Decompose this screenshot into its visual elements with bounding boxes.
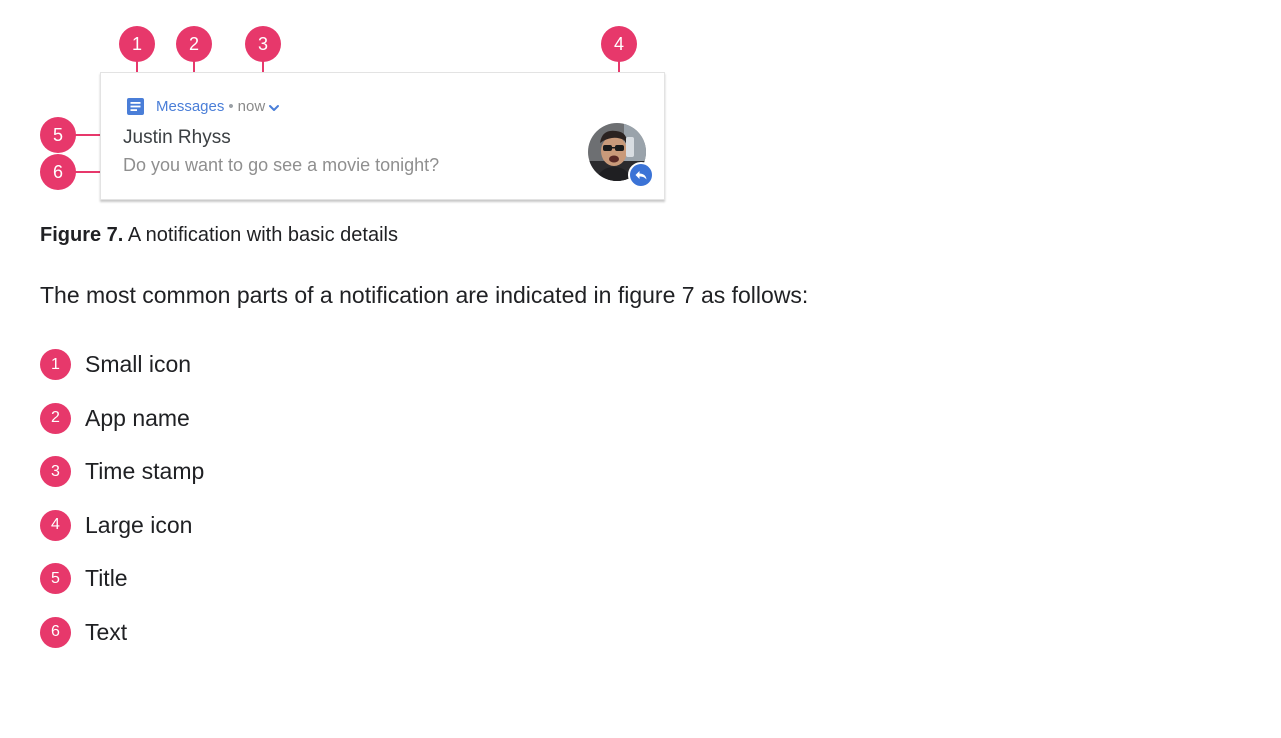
notification-text: Do you want to go see a movie tonight? (123, 155, 440, 175)
number-badge: 5 (40, 563, 71, 595)
caption-label: Figure 7. (40, 224, 124, 246)
messages-app-icon (125, 96, 146, 117)
list-item: 3 Time stamp (40, 445, 204, 499)
part-label: Text (85, 618, 128, 645)
number-badge: 1 (40, 349, 71, 381)
part-label: Time stamp (85, 458, 205, 485)
part-label: Small icon (85, 351, 192, 378)
chevron-down-icon[interactable] (268, 101, 280, 113)
timestamp: now (237, 98, 266, 115)
notification-header: Messages • now (125, 96, 280, 117)
part-label: App name (85, 404, 190, 431)
header-separator: • (228, 98, 234, 115)
part-label: Title (85, 565, 128, 592)
list-item: 5 Title (40, 552, 204, 606)
part-label: Large icon (85, 511, 193, 538)
callout-4: 4 (601, 26, 637, 62)
callout-6: 6 (40, 154, 76, 190)
callout-1: 1 (119, 26, 155, 62)
list-item: 1 Small icon (40, 338, 204, 392)
callout-2: 2 (176, 26, 212, 62)
list-item: 4 Large icon (40, 499, 204, 553)
notification-figure: 1 2 3 4 5 6 Messages • now Justin Rhyss … (0, 0, 700, 215)
notification-parts-list: 1 Small icon 2 App name 3 Time stamp 4 L… (40, 338, 204, 659)
figure-caption: Figure 7. A notification with basic deta… (40, 224, 398, 247)
list-item: 2 App name (40, 392, 204, 446)
callout-5: 5 (40, 117, 76, 153)
app-name: Messages (156, 98, 225, 115)
number-badge: 3 (40, 456, 71, 488)
caption-text: A notification with basic details (123, 224, 398, 246)
reply-icon[interactable] (628, 162, 654, 188)
number-badge: 2 (40, 402, 71, 434)
list-item: 6 Text (40, 606, 204, 660)
number-badge: 4 (40, 509, 71, 541)
notification-card[interactable]: Messages • now Justin Rhyss Do you want … (100, 72, 665, 200)
callout-3: 3 (245, 26, 281, 62)
intro-paragraph: The most common parts of a notification … (40, 282, 809, 308)
notification-title: Justin Rhyss (123, 127, 231, 148)
number-badge: 6 (40, 616, 71, 648)
